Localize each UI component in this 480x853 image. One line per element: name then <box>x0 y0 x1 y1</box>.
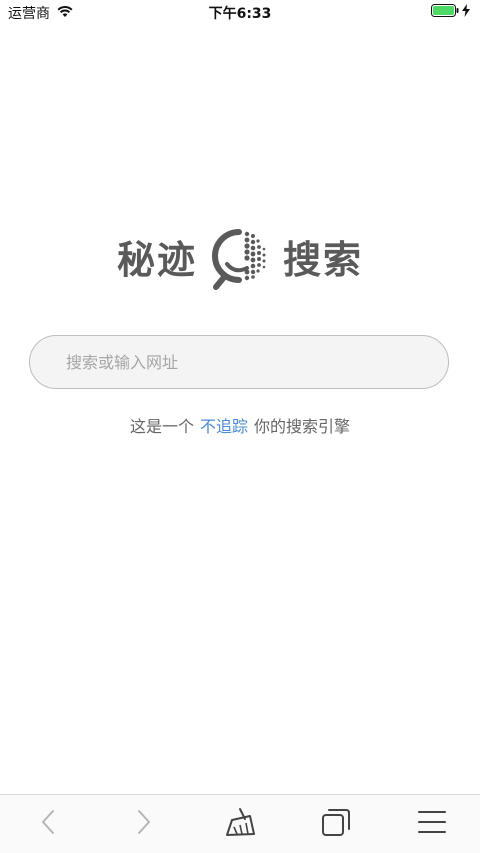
tagline-prefix: 这是一个 <box>129 417 194 436</box>
tabs-button[interactable] <box>306 796 366 852</box>
clear-button[interactable] <box>210 796 270 852</box>
tagline-link[interactable]: 不追踪 <box>200 417 248 436</box>
tabs-icon <box>320 807 352 841</box>
back-button[interactable] <box>18 796 78 852</box>
tagline: 这是一个 不追踪 你的搜索引擎 <box>0 413 480 437</box>
chevron-right-icon <box>136 809 152 839</box>
search-box[interactable] <box>29 335 449 389</box>
logo: 秘迹 搜索 <box>0 228 480 292</box>
broom-icon <box>223 807 257 841</box>
magnifier-logo-icon <box>205 226 275 294</box>
battery-icon <box>431 4 459 21</box>
chevron-left-icon <box>40 809 56 839</box>
status-right <box>431 4 470 21</box>
forward-button[interactable] <box>114 796 174 852</box>
logo-text-right: 搜索 <box>283 238 364 282</box>
search-input[interactable] <box>64 351 414 373</box>
status-time: 下午6:33 <box>208 6 272 22</box>
charging-icon <box>462 4 470 21</box>
status-bar: 运营商 下午6:33 <box>0 0 480 24</box>
menu-button[interactable] <box>402 796 462 852</box>
bottom-toolbar <box>0 794 480 853</box>
logo-text-left: 秘迹 <box>116 238 197 282</box>
menu-icon <box>418 809 446 839</box>
tagline-suffix: 你的搜索引擎 <box>254 417 351 436</box>
